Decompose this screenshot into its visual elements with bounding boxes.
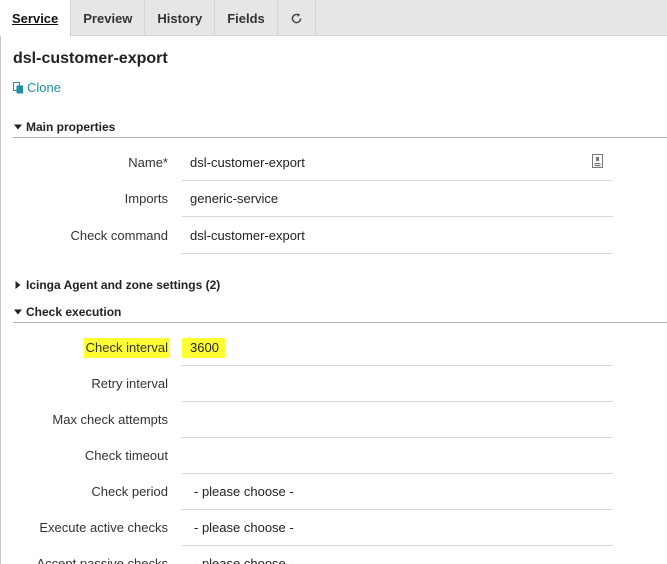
imports-row: Imports generic-service (0, 189, 667, 225)
caret-right-icon (13, 281, 23, 289)
max-check-attempts-input[interactable] (182, 410, 613, 438)
clone-icon (13, 81, 23, 93)
imports-label: Imports (124, 191, 168, 206)
caret-down-icon (13, 123, 23, 131)
active-checks-select[interactable]: - please choose - (182, 518, 613, 546)
check-interval-value: 3600 (182, 338, 225, 358)
name-value: dsl-customer-export (190, 155, 305, 170)
retry-interval-label: Retry interval (91, 376, 168, 391)
active-checks-row: Execute active checks - please choose - (0, 518, 667, 554)
document-icon[interactable] (592, 154, 603, 168)
name-label: Name* (128, 155, 168, 170)
refresh-icon (291, 12, 302, 23)
name-row: Name* dsl-customer-export (0, 153, 667, 189)
passive-checks-row: Accept passive checks - please choose - (0, 554, 667, 564)
section-agent-zone[interactable]: Icinga Agent and zone settings (2) (13, 274, 667, 296)
caret-down-icon (13, 308, 23, 316)
retry-interval-input[interactable] (182, 374, 613, 402)
passive-checks-select[interactable]: - please choose - (182, 554, 613, 564)
check-timeout-row: Check timeout (0, 446, 667, 482)
check-period-select[interactable]: - please choose - (182, 482, 613, 510)
name-input[interactable]: dsl-customer-export (182, 153, 613, 181)
check-timeout-input[interactable] (182, 446, 613, 474)
check-command-label: Check command (70, 228, 168, 243)
check-command-row: Check command dsl-customer-export (0, 226, 667, 262)
tab-fields[interactable]: Fields (215, 0, 278, 36)
section-check-execution[interactable]: Check execution (13, 301, 667, 323)
section-label: Main properties (26, 119, 116, 134)
tab-preview[interactable]: Preview (71, 0, 146, 36)
imports-input[interactable]: generic-service (182, 189, 613, 217)
clone-link[interactable]: Clone (13, 80, 61, 95)
page-title: dsl-customer-export (13, 50, 168, 67)
clone-label: Clone (27, 80, 61, 95)
check-interval-input[interactable]: 3600 (182, 338, 613, 366)
passive-checks-label: Accept passive checks (36, 556, 168, 564)
tab-service[interactable]: Service (0, 0, 72, 37)
check-command-input[interactable]: dsl-customer-export (182, 226, 613, 254)
max-check-attempts-row: Max check attempts (0, 410, 667, 446)
max-check-attempts-label: Max check attempts (52, 412, 168, 427)
tab-bar: Service Preview History Fields (0, 0, 667, 37)
active-checks-label: Execute active checks (39, 520, 168, 535)
check-interval-label: Check interval (83, 338, 170, 358)
tab-history[interactable]: History (145, 0, 216, 36)
section-label: Icinga Agent and zone settings (2) (26, 278, 221, 292)
section-main-properties[interactable]: Main properties (13, 116, 667, 138)
refresh-button[interactable] (278, 0, 316, 36)
retry-interval-row: Retry interval (0, 374, 667, 410)
check-timeout-label: Check timeout (84, 448, 168, 463)
section-label: Check execution (26, 304, 122, 319)
check-period-row: Check period - please choose - (0, 482, 667, 518)
check-interval-row: Check interval 3600 (0, 338, 667, 374)
check-period-label: Check period (91, 484, 168, 499)
